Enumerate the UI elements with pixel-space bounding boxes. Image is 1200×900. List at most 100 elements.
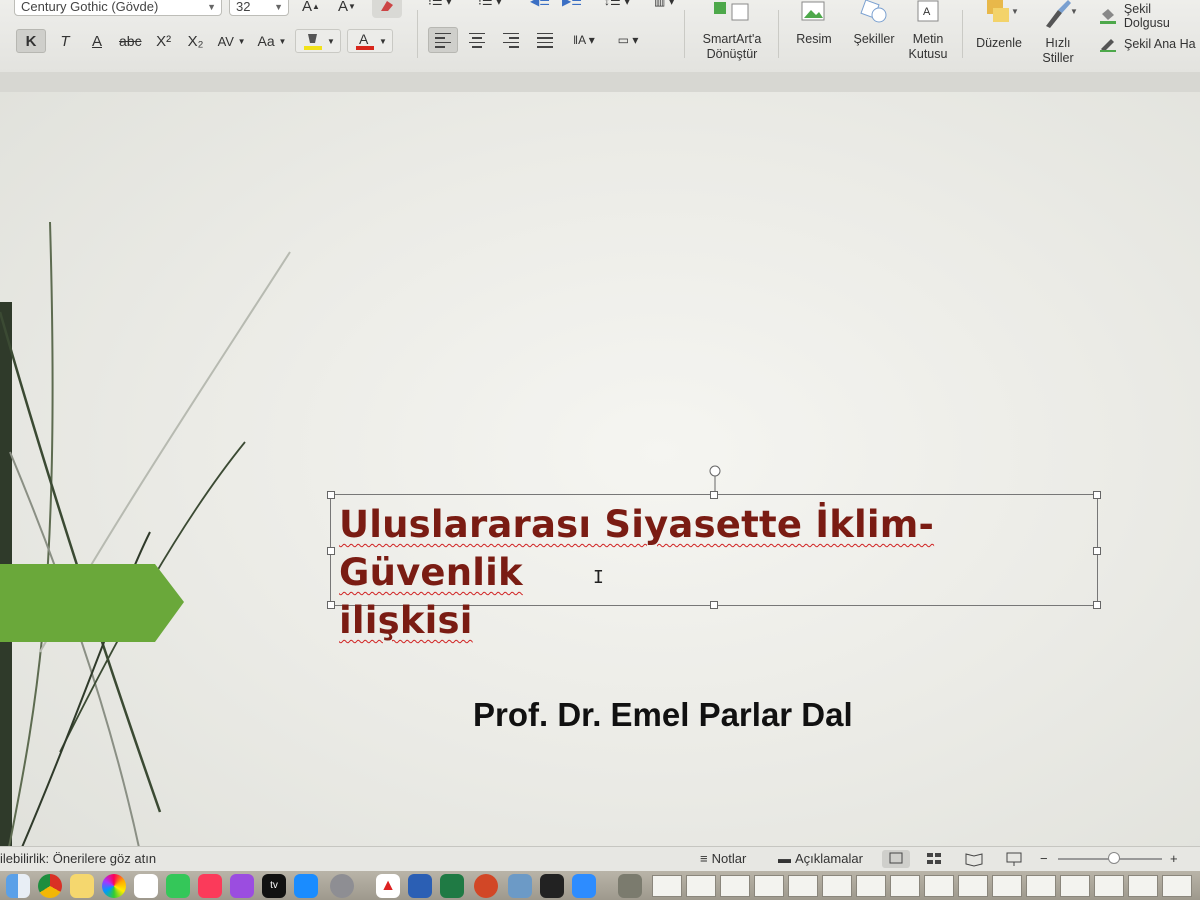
shape-fill-button[interactable]: Şekil Dolgusu — [1098, 2, 1200, 30]
podcasts-icon[interactable] — [230, 874, 254, 898]
notes-button[interactable]: ≡ Notlar — [700, 847, 746, 871]
preview-icon[interactable] — [508, 874, 532, 898]
columns-button[interactable]: ▥ ▾ — [654, 0, 694, 14]
appletv-icon[interactable]: tv — [262, 874, 286, 898]
chevron-down-icon: ▼ — [207, 2, 216, 12]
window-thumbnail[interactable] — [652, 875, 682, 897]
window-thumbnail[interactable] — [720, 875, 750, 897]
settings-icon[interactable] — [330, 874, 354, 898]
terminal-icon[interactable] — [540, 874, 564, 898]
italic-button[interactable]: T — [52, 29, 78, 53]
resize-handle[interactable] — [1093, 491, 1101, 499]
resize-handle[interactable] — [1093, 601, 1101, 609]
slideshow-button[interactable] — [1000, 850, 1028, 868]
insert-shapes-button[interactable]: Şekiller — [846, 0, 902, 47]
title-line-2: ilişkisi — [339, 599, 473, 642]
superscript-button[interactable]: X² — [151, 29, 177, 53]
strikethrough-button[interactable]: abc — [116, 29, 145, 53]
rotate-handle-icon[interactable] — [708, 465, 722, 493]
align-center-button[interactable] — [462, 27, 492, 53]
window-thumbnail[interactable] — [1060, 875, 1090, 897]
character-format-group: K T A abc X² X₂ AV ▼ Aa ▼ ▼ A ▼ — [16, 27, 394, 55]
decrease-font-icon[interactable]: A ▼ — [334, 0, 360, 18]
reminders-icon[interactable] — [134, 874, 158, 898]
numbered-list-button[interactable]: ⁝☰ ▾ — [478, 0, 520, 14]
accessibility-status[interactable]: ilebilirlik: Önerilere göz atın — [0, 847, 156, 871]
insert-picture-button[interactable]: Resim — [786, 0, 842, 47]
character-spacing-button[interactable]: AV ▼ — [215, 29, 249, 53]
window-thumbnail[interactable] — [958, 875, 988, 897]
notes-icon: ≡ — [700, 851, 708, 866]
powerpoint-icon[interactable] — [474, 874, 498, 898]
notes-icon[interactable] — [70, 874, 94, 898]
photo-thumbnail[interactable] — [618, 874, 642, 898]
align-text-button[interactable]: ▭ ▾ — [608, 27, 648, 53]
outdent-button[interactable]: ◀☰ — [530, 0, 556, 14]
smartart-convert-button[interactable]: SmartArt'a Dönüştür — [692, 0, 772, 62]
window-thumbnail[interactable] — [686, 875, 716, 897]
facetime-icon[interactable] — [166, 874, 190, 898]
arrange-button[interactable]: ▼ Düzenle — [970, 0, 1028, 51]
bullet-list-button[interactable]: ⁝☰ ▾ — [428, 0, 470, 14]
underline-button[interactable]: A — [84, 29, 110, 53]
window-thumbnail[interactable] — [822, 875, 852, 897]
shape-outline-button[interactable]: Şekil Ana Ha — [1098, 36, 1196, 52]
title-placeholder[interactable]: Uluslararası Siyasette İklim-Güvenlik il… — [327, 465, 1101, 642]
resize-handle[interactable] — [327, 547, 335, 555]
slide[interactable]: Uluslararası Siyasette İklim-Güvenlik il… — [0, 92, 1200, 892]
quick-styles-button[interactable]: ▼ Hızlı Stiller — [1030, 0, 1086, 66]
chrome-icon[interactable] — [38, 874, 62, 898]
slide-title[interactable]: Uluslararası Siyasette İklim-Güvenlik il… — [339, 501, 1089, 645]
clear-format-icon[interactable] — [372, 0, 402, 18]
textbox-icon: A — [917, 0, 939, 22]
text-direction-button[interactable]: ‖A ▾ — [564, 27, 604, 53]
zoom-slider-knob[interactable] — [1108, 852, 1120, 864]
zoom-in-button[interactable]: + — [1170, 847, 1178, 871]
zoom-icon[interactable] — [572, 874, 596, 898]
window-thumbnail[interactable] — [788, 875, 818, 897]
word-icon[interactable] — [408, 874, 432, 898]
font-name-select[interactable]: Century Gothic (Gövde) ▼ — [14, 0, 222, 16]
window-thumbnail[interactable] — [1026, 875, 1056, 897]
window-thumbnail[interactable] — [1128, 875, 1158, 897]
music-icon[interactable] — [198, 874, 222, 898]
window-thumbnail[interactable] — [1094, 875, 1124, 897]
increase-font-icon[interactable]: A ▲ — [298, 0, 324, 18]
window-thumbnail[interactable] — [890, 875, 920, 897]
svg-text:A: A — [923, 6, 931, 18]
acrobat-icon[interactable]: ▲ — [376, 874, 400, 898]
resize-handle[interactable] — [327, 491, 335, 499]
resize-handle[interactable] — [1093, 547, 1101, 555]
window-thumbnail[interactable] — [924, 875, 954, 897]
font-color-button[interactable]: A ▼ — [347, 29, 394, 53]
insert-textbox-button[interactable]: A Metin Kutusu — [902, 0, 954, 62]
svg-text:▼: ▼ — [1070, 7, 1078, 16]
smartart-icon — [714, 2, 749, 21]
highlight-color-button[interactable]: ▼ — [295, 29, 342, 53]
photos-icon[interactable] — [102, 874, 126, 898]
slide-subtitle[interactable]: Prof. Dr. Emel Parlar Dal — [473, 696, 853, 734]
reading-view-button[interactable] — [960, 850, 988, 868]
change-case-button[interactable]: Aa ▼ — [255, 29, 290, 53]
subscript-button[interactable]: X₂ — [183, 29, 209, 53]
line-spacing-button[interactable]: ↕☰ ▾ — [604, 0, 644, 14]
indent-button[interactable]: ▶☰ — [562, 0, 588, 14]
comments-button[interactable]: ▬ Açıklamalar — [778, 847, 863, 871]
bold-button[interactable]: K — [16, 29, 46, 53]
zoom-out-button[interactable]: − — [1040, 847, 1048, 871]
window-thumbnail[interactable] — [1162, 875, 1192, 897]
window-thumbnail[interactable] — [992, 875, 1022, 897]
align-left-button[interactable] — [428, 27, 458, 53]
window-thumbnail[interactable] — [856, 875, 886, 897]
resize-handle[interactable] — [327, 601, 335, 609]
finder-icon[interactable] — [6, 874, 30, 898]
window-thumbnail[interactable] — [754, 875, 784, 897]
appstore-icon[interactable] — [294, 874, 318, 898]
align-right-button[interactable] — [496, 27, 526, 53]
normal-view-button[interactable] — [882, 850, 910, 868]
font-size-select[interactable]: 32 ▼ — [229, 0, 289, 16]
excel-icon[interactable] — [440, 874, 464, 898]
title-line-1: Uluslararası Siyasette İklim-Güvenlik — [339, 503, 935, 594]
slide-sorter-button[interactable] — [920, 850, 948, 868]
justify-button[interactable] — [530, 27, 560, 53]
